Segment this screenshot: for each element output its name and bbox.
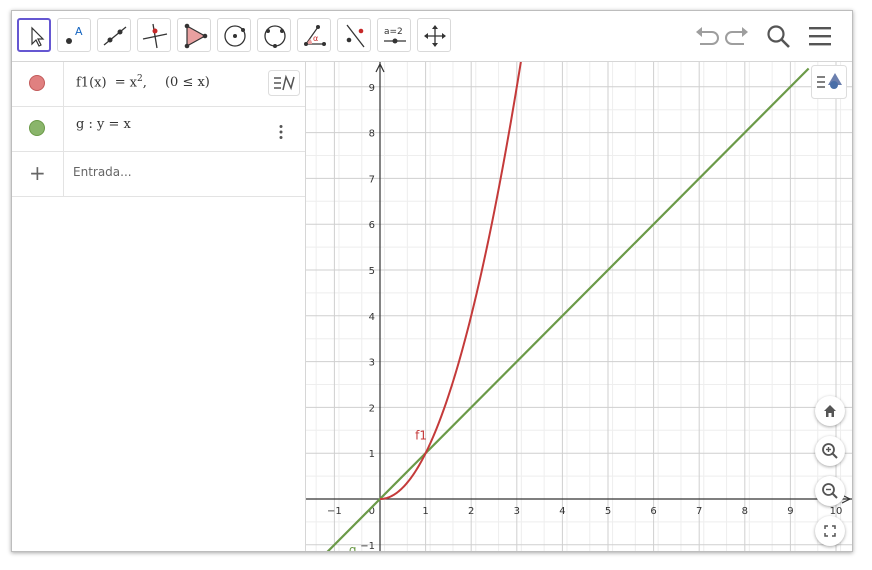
x-tick-label: 8 <box>742 506 748 517</box>
x-tick-label: 7 <box>696 506 702 517</box>
point-tool-button[interactable]: A <box>57 18 91 52</box>
zoom-out-icon <box>822 483 838 499</box>
angle-glyph: α <box>313 34 318 43</box>
f1-equals: = <box>114 75 126 91</box>
y-tick-label: 5 <box>369 266 375 277</box>
x-tick-label: 2 <box>468 506 474 517</box>
circle-three-points-icon <box>264 25 286 48</box>
f1-base: x <box>129 75 137 91</box>
x-tick-label: 9 <box>787 506 793 517</box>
circle-through-points-tool-button[interactable] <box>257 18 291 52</box>
line-icon <box>103 26 127 46</box>
circle-center-icon <box>224 25 246 47</box>
zoom-in-icon <box>822 443 838 459</box>
add-cell: + <box>12 152 64 196</box>
move-tool-button[interactable] <box>17 18 51 52</box>
perpendicular-line-tool-button[interactable] <box>137 18 171 52</box>
redo-icon[interactable] <box>724 23 752 49</box>
visibility-cell <box>12 107 64 151</box>
undo-icon[interactable] <box>692 23 720 49</box>
algebra-row-f1[interactable]: f1(x) = x2, (0 ≤ x) <box>12 62 305 107</box>
cursor-arrow-icon <box>31 26 45 47</box>
f1-lhs: f1(x) <box>76 75 107 91</box>
algebra-input-row[interactable]: + Entrada... <box>12 152 305 197</box>
circle-tool-button[interactable] <box>217 18 251 52</box>
y-tick-label: 1 <box>369 449 375 460</box>
zoom-in-button[interactable] <box>815 436 845 466</box>
angle-tool-button[interactable]: α <box>297 18 331 52</box>
y-tick-label: 4 <box>369 312 375 323</box>
x-tick-label: −1 <box>327 506 342 517</box>
line-tool-button[interactable] <box>97 18 131 52</box>
menu-icon[interactable] <box>807 23 833 49</box>
move-graphics-view-tool-button[interactable] <box>417 18 451 52</box>
point-icon: A <box>66 25 83 44</box>
graphics-style-toggle-icon[interactable] <box>811 65 847 99</box>
reflect-tool-button[interactable] <box>337 18 371 52</box>
x-tick-label: 1 <box>422 506 428 517</box>
add-icon[interactable]: + <box>29 161 46 185</box>
x-tick-label: 5 <box>605 506 611 517</box>
graphics-view[interactable]: −1 1 2 3 4 5 6 7 8 9 10 −1 1 2 3 4 5 6 7 8 9 0 f1 g <box>306 62 852 551</box>
g-definition[interactable]: g : y = x <box>76 117 131 132</box>
fullscreen-icon <box>824 525 836 537</box>
geogebra-window: A α a=2 f1(x) = x2, (0 ≤ x) g: y = x + … <box>11 10 853 552</box>
visibility-toggle-f1[interactable] <box>29 75 45 91</box>
y-tick-label: 8 <box>369 129 375 140</box>
more-options-icon[interactable] <box>278 124 284 140</box>
slider-icon: a=2 <box>384 27 406 44</box>
fullscreen-button[interactable] <box>815 516 845 546</box>
polygon-tool-button[interactable] <box>177 18 211 52</box>
f1-condition: (0 ≤ x) <box>164 75 210 91</box>
zoom-out-button[interactable] <box>815 476 845 506</box>
slider-glyph: a=2 <box>384 27 403 37</box>
polygon-icon <box>184 23 208 49</box>
search-icon[interactable] <box>765 23 793 51</box>
x-tick-label: 4 <box>559 506 565 517</box>
home-icon <box>824 405 836 417</box>
f1-separator: , <box>142 75 147 91</box>
f1-label: f1 <box>415 428 427 442</box>
g-label: g <box>349 543 357 551</box>
x-tick-label: 6 <box>650 506 656 517</box>
y-tick-label: 7 <box>369 174 375 185</box>
input-bar[interactable]: Entrada... <box>73 165 132 179</box>
f1-definition[interactable]: f1(x) = x2, (0 ≤ x) <box>76 74 210 90</box>
visibility-toggle-g[interactable] <box>29 120 45 136</box>
move-arrows-icon <box>424 25 446 47</box>
perpendicular-line-icon <box>142 23 168 49</box>
y-tick-label: −1 <box>360 541 375 551</box>
y-tick-label: 9 <box>369 83 375 94</box>
y-tick-label: 2 <box>369 403 375 414</box>
slider-tool-button[interactable]: a=2 <box>377 18 411 52</box>
algebra-style-toggle-icon[interactable] <box>268 70 300 96</box>
visibility-cell <box>12 62 64 106</box>
f1-curve <box>379 62 522 500</box>
reflect-about-line-icon <box>346 24 365 48</box>
algebra-row-g[interactable]: g : y = x <box>12 107 305 152</box>
y-tick-label: 3 <box>369 358 375 369</box>
graph-canvas[interactable]: −1 1 2 3 4 5 6 7 8 9 10−11234567890f1g <box>306 62 852 551</box>
toolbar: A α a=2 <box>12 11 852 62</box>
angle-icon: α <box>304 25 326 46</box>
algebra-view: f1(x) = x2, (0 ≤ x) g : y = x + Entrada..… <box>12 62 306 551</box>
point-label-glyph: A <box>75 25 83 38</box>
home-button[interactable] <box>815 396 845 426</box>
y-tick-label: 6 <box>369 220 375 231</box>
x-tick-label: 3 <box>514 506 520 517</box>
